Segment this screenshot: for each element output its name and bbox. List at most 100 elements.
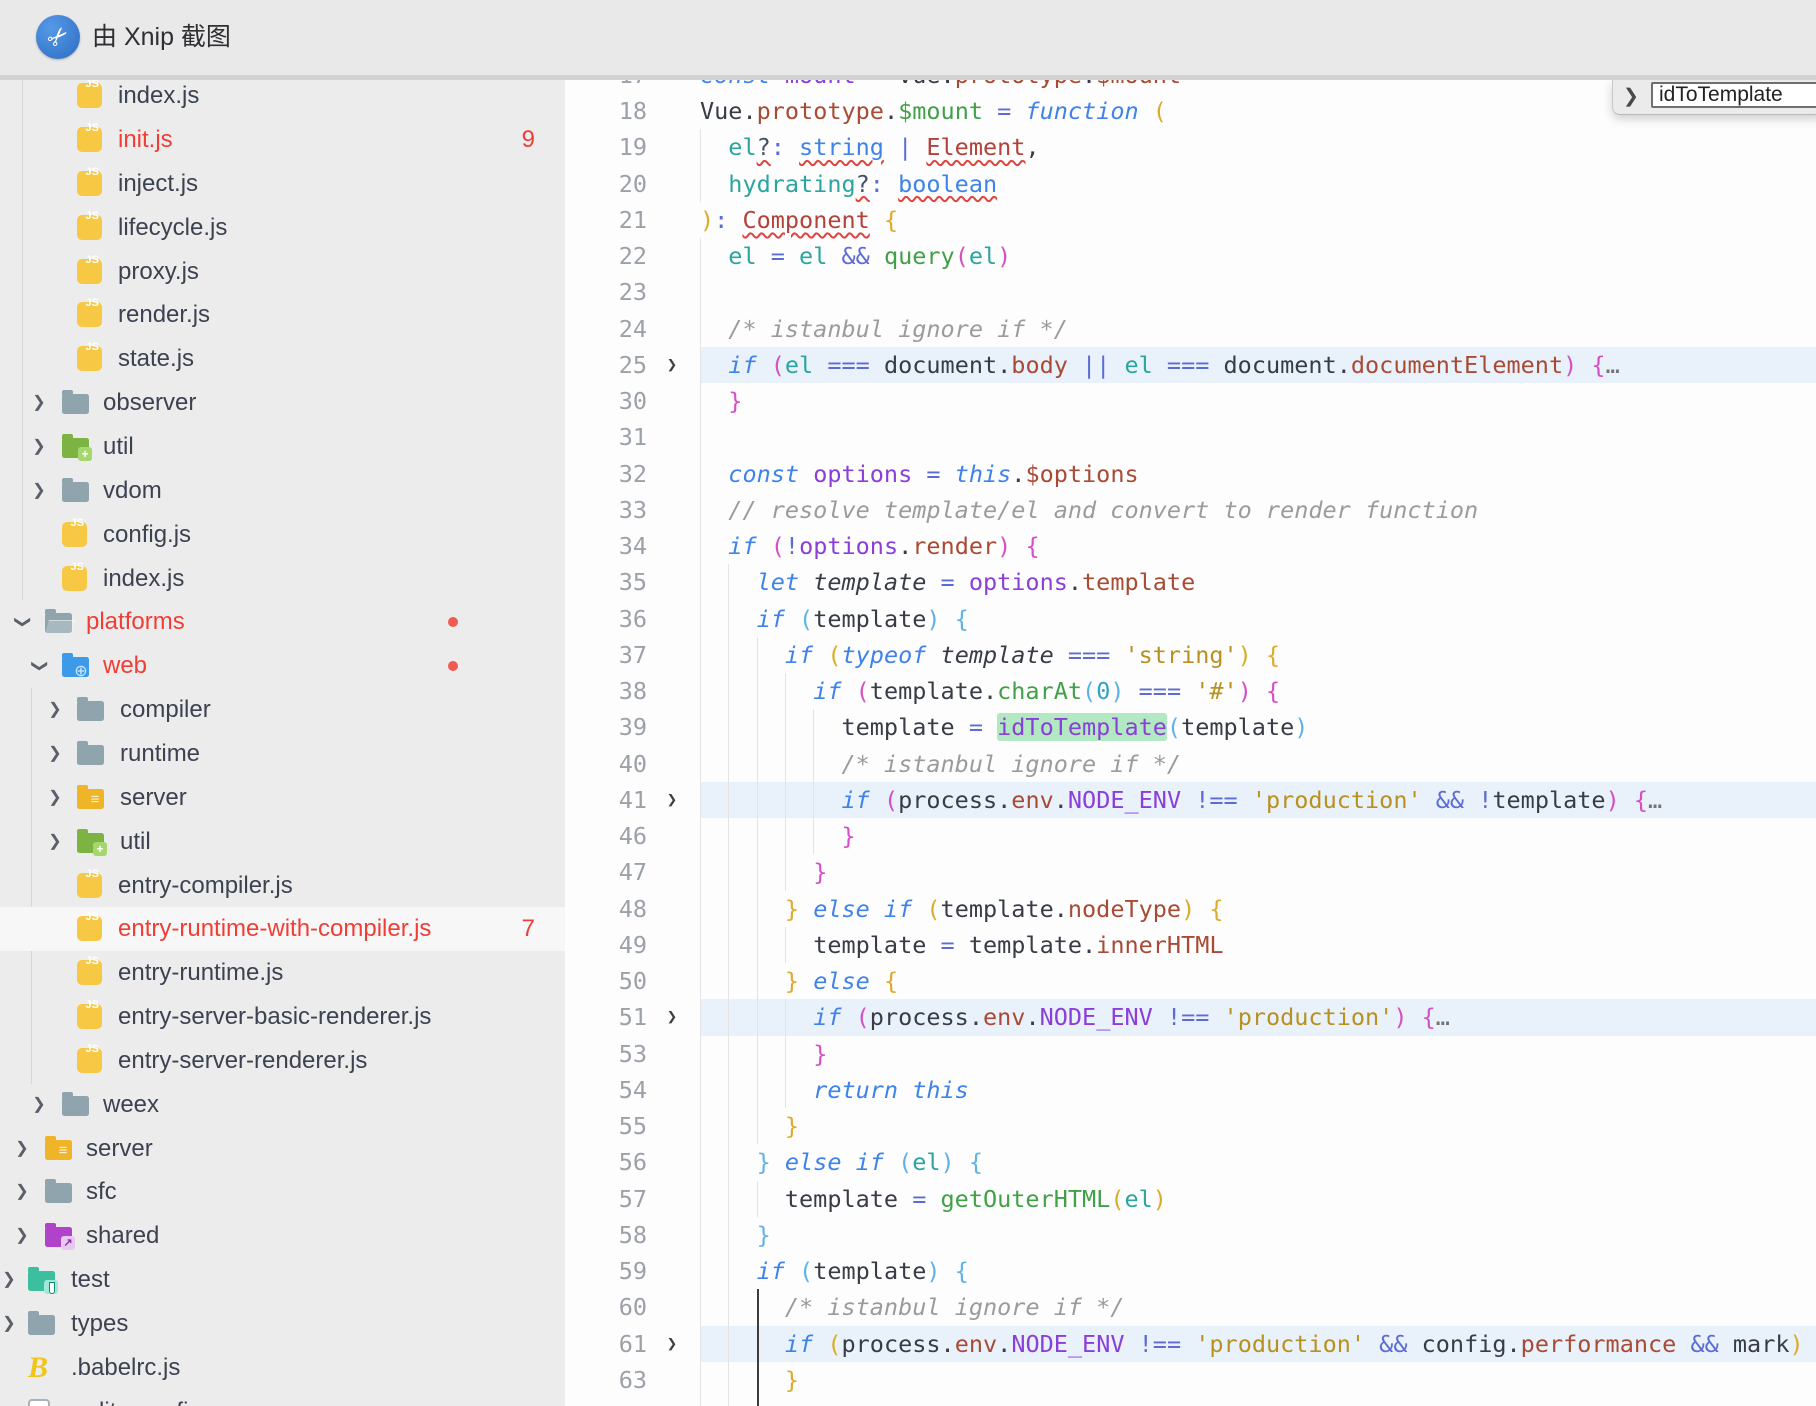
fold-chevron-icon[interactable]: ❯ <box>657 999 687 1035</box>
code-line-text[interactable]: if (process.env.NODE_ENV !== 'production… <box>700 782 1662 818</box>
tree-item-runtime[interactable]: ❯ runtime <box>0 732 565 776</box>
line-number[interactable]: 19 <box>565 129 647 165</box>
code-line-text[interactable]: template = getOuterHTML(el) <box>700 1181 1167 1217</box>
tree-item-test[interactable]: ❯ test <box>0 1258 565 1302</box>
line-number[interactable]: 32 <box>565 456 647 492</box>
chevron-right-icon[interactable]: ❯ <box>46 688 64 732</box>
chevron-right-icon[interactable]: ❯ <box>13 1214 31 1258</box>
tree-item-server[interactable]: ❯ ≡ server <box>0 1127 565 1171</box>
code-line-text[interactable]: } <box>700 1036 827 1072</box>
tree-item-weex[interactable]: ❯ weex <box>0 1083 565 1127</box>
code-line-text[interactable]: let template = options.template <box>700 564 1196 600</box>
line-number[interactable]: 49 <box>565 927 647 963</box>
line-number[interactable]: 58 <box>565 1217 647 1253</box>
code-line-text[interactable]: if (typeof template === 'string') { <box>700 637 1280 673</box>
line-number[interactable]: 30 <box>565 383 647 419</box>
tree-item-server[interactable]: ❯ ≡ server <box>0 776 565 820</box>
tree-item-compiler[interactable]: ❯ compiler <box>0 688 565 732</box>
chevron-right-icon[interactable]: ❯ <box>46 820 64 864</box>
chevron-right-icon[interactable]: ❯ <box>13 1170 31 1214</box>
code-line-text[interactable]: Vue.prototype.$mount = function ( <box>700 93 1167 129</box>
chevron-right-icon[interactable]: ❯ <box>1623 85 1639 108</box>
tree-item-vdom[interactable]: ❯ vdom <box>0 469 565 513</box>
code-line-text[interactable]: if (process.env.NODE_ENV !== 'production… <box>700 1326 1804 1362</box>
code-line-text[interactable]: } else { <box>700 963 898 999</box>
line-number[interactable]: 37 <box>565 637 647 673</box>
line-number[interactable]: 47 <box>565 854 647 890</box>
code-line-text[interactable]: if (template) { <box>700 1253 969 1289</box>
fold-chevron-icon[interactable]: ❯ <box>657 782 687 818</box>
tree-item-index-js[interactable]: JS index.js <box>0 557 565 601</box>
fold-chevron-icon[interactable]: ❯ <box>657 1326 687 1362</box>
code-line-text[interactable]: } <box>700 818 855 854</box>
line-number[interactable]: 48 <box>565 891 647 927</box>
tree-item-state-js[interactable]: JS state.js <box>0 337 565 381</box>
code-line-text[interactable]: /* istanbul ignore if */ <box>700 311 1068 347</box>
line-number[interactable]: 35 <box>565 564 647 600</box>
tree-item-observer[interactable]: ❯ observer <box>0 381 565 425</box>
line-number[interactable]: 41 <box>565 782 647 818</box>
line-number[interactable]: 36 <box>565 601 647 637</box>
chevron-right-icon[interactable]: ❯ <box>30 1083 48 1127</box>
line-number[interactable]: 55 <box>565 1108 647 1144</box>
tree-item-util[interactable]: ❯ + util <box>0 425 565 469</box>
code-line-text[interactable]: if (template.charAt(0) === '#') { <box>700 673 1280 709</box>
code-line-text[interactable]: } else if (el) { <box>700 1144 983 1180</box>
line-number[interactable]: 61 <box>565 1326 647 1362</box>
line-number[interactable]: 51 <box>565 999 647 1035</box>
line-number[interactable]: 21 <box>565 202 647 238</box>
tree-item-web[interactable]: ❯ ⊕ web <box>0 644 565 688</box>
line-number[interactable]: 24 <box>565 311 647 347</box>
tree-item-types[interactable]: ❯ types <box>0 1302 565 1346</box>
code-line-text[interactable]: hydrating?: boolean <box>700 166 997 202</box>
code-line-text[interactable]: } else if (template.nodeType) { <box>700 891 1224 927</box>
line-number[interactable]: 54 <box>565 1072 647 1108</box>
code-line-text[interactable]: template = idToTemplate(template) <box>700 709 1308 745</box>
line-number[interactable]: 18 <box>565 93 647 129</box>
code-line-text[interactable]: if (process.env.NODE_ENV !== 'production… <box>700 999 1450 1035</box>
code-line-text[interactable]: return this <box>700 1072 969 1108</box>
line-number[interactable]: 57 <box>565 1181 647 1217</box>
line-number[interactable]: 31 <box>565 419 647 455</box>
code-line-text[interactable]: template = template.innerHTML <box>700 927 1223 963</box>
line-number[interactable]: 23 <box>565 274 647 310</box>
chevron-down-icon[interactable]: ❯ <box>0 613 44 631</box>
code-line-text[interactable]: el?: string | Element, <box>700 129 1039 165</box>
chevron-right-icon[interactable]: ❯ <box>46 776 64 820</box>
line-number[interactable]: 53 <box>565 1036 647 1072</box>
code-line-text[interactable]: if (template) { <box>700 601 969 637</box>
code-line-text[interactable]: if (el === document.body || el === docum… <box>700 347 1619 383</box>
line-number[interactable]: 39 <box>565 709 647 745</box>
line-number[interactable]: 38 <box>565 673 647 709</box>
code-line-text[interactable]: el = el && query(el) <box>700 238 1011 274</box>
code-line-text[interactable]: } <box>700 1108 799 1144</box>
line-number[interactable]: 20 <box>565 166 647 202</box>
tree-item-config-js[interactable]: JS config.js <box>0 513 565 557</box>
line-number[interactable]: 60 <box>565 1289 647 1325</box>
code-line-text[interactable]: // resolve template/el and convert to re… <box>700 492 1478 528</box>
fold-chevron-icon[interactable]: ❯ <box>657 347 687 383</box>
line-number[interactable]: 25 <box>565 347 647 383</box>
code-line-text[interactable]: if (!options.render) { <box>700 528 1039 564</box>
code-line-text[interactable]: } <box>700 1217 771 1253</box>
tree-item--editorconfig[interactable]: .editorconfig <box>0 1390 565 1406</box>
chevron-right-icon[interactable]: ❯ <box>46 732 64 776</box>
line-number[interactable]: 22 <box>565 238 647 274</box>
line-number[interactable]: 64 <box>565 1398 647 1406</box>
chevron-right-icon[interactable]: ❯ <box>0 1258 18 1302</box>
line-number[interactable]: 63 <box>565 1362 647 1398</box>
line-number[interactable]: 46 <box>565 818 647 854</box>
tree-item-sfc[interactable]: ❯ sfc <box>0 1170 565 1214</box>
line-number[interactable]: 33 <box>565 492 647 528</box>
code-line-text[interactable]: /* istanbul ignore if */ <box>700 1289 1125 1325</box>
chevron-right-icon[interactable]: ❯ <box>30 469 48 513</box>
chevron-right-icon[interactable]: ❯ <box>0 1302 18 1346</box>
line-number[interactable]: 59 <box>565 1253 647 1289</box>
tree-item-platforms[interactable]: ❯ platforms <box>0 600 565 644</box>
line-number[interactable]: 40 <box>565 746 647 782</box>
chevron-right-icon[interactable]: ❯ <box>13 1127 31 1171</box>
chevron-right-icon[interactable]: ❯ <box>30 381 48 425</box>
code-line-text[interactable]: } <box>700 383 742 419</box>
code-line-text[interactable]: ): Component { <box>700 202 898 238</box>
chevron-down-icon[interactable]: ❯ <box>17 657 61 675</box>
